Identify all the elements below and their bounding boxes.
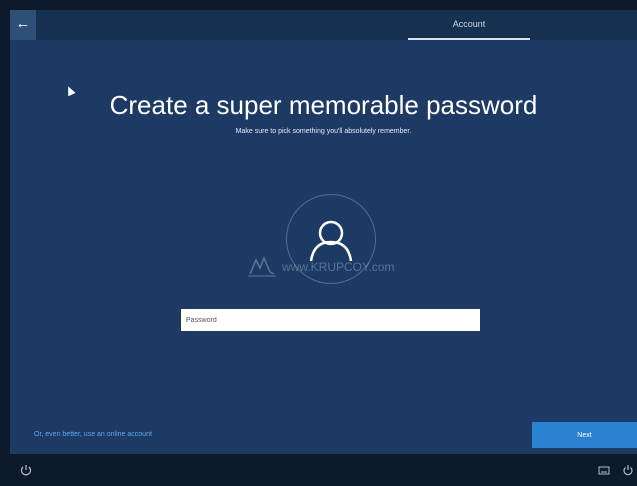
tab-account-label: Account <box>452 19 486 29</box>
top-bar: ← Account <box>10 10 637 40</box>
back-arrow-icon: ← <box>15 15 31 32</box>
power-icon[interactable] <box>622 464 634 476</box>
oobe-window: ← Account Create a super memorable passw… <box>10 10 637 454</box>
taskbar <box>10 454 637 486</box>
page-title: Create a super memorable password <box>109 90 538 120</box>
watermark-logo-icon <box>248 256 276 277</box>
tab-account: Account <box>408 10 530 40</box>
online-account-link[interactable]: Or, even better, use an online account <box>34 431 152 438</box>
keyboard-icon[interactable] <box>598 464 610 476</box>
watermark-text: www.KRUPCOY.com <box>282 260 395 274</box>
password-field[interactable] <box>181 309 480 331</box>
watermark: www.KRUPCOY.com <box>246 254 426 278</box>
next-button[interactable]: Next <box>532 422 637 448</box>
back-button[interactable]: ← <box>10 10 36 40</box>
page-subtitle: Make sure to pick something you'll absol… <box>235 128 412 135</box>
ease-of-access-icon[interactable] <box>20 464 32 476</box>
